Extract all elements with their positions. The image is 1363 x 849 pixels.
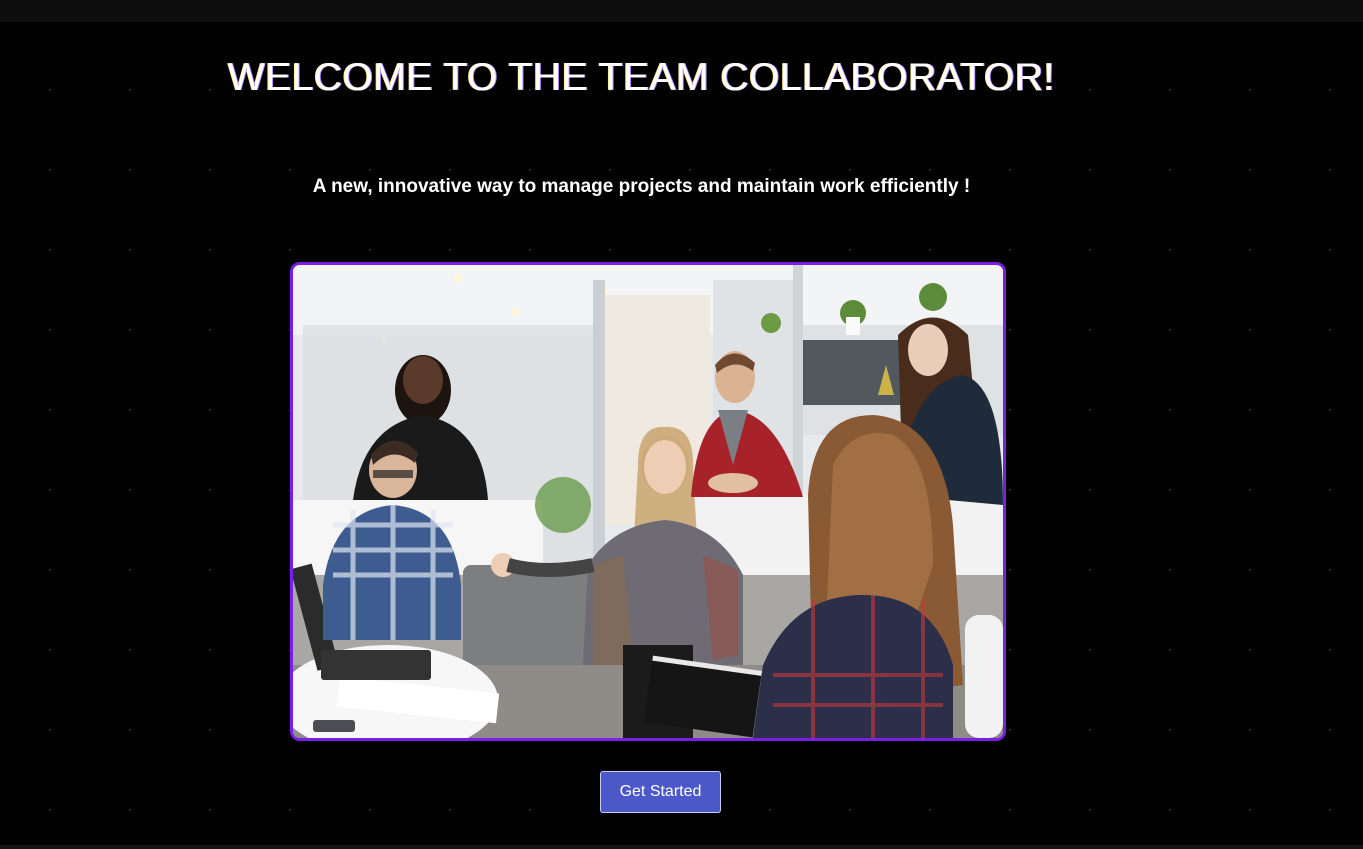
hero-image bbox=[290, 262, 1006, 741]
page-title: WELCOME TO THE TEAM COLLABORATOR! bbox=[227, 56, 1055, 99]
bottom-edge bbox=[0, 845, 1363, 849]
page-subtitle: A new, innovative way to manage projects… bbox=[312, 176, 971, 197]
get-started-button[interactable]: Get Started bbox=[600, 771, 721, 813]
landing-page: WELCOME TO THE TEAM COLLABORATOR! A new,… bbox=[0, 0, 1363, 849]
top-bar bbox=[0, 0, 1363, 22]
